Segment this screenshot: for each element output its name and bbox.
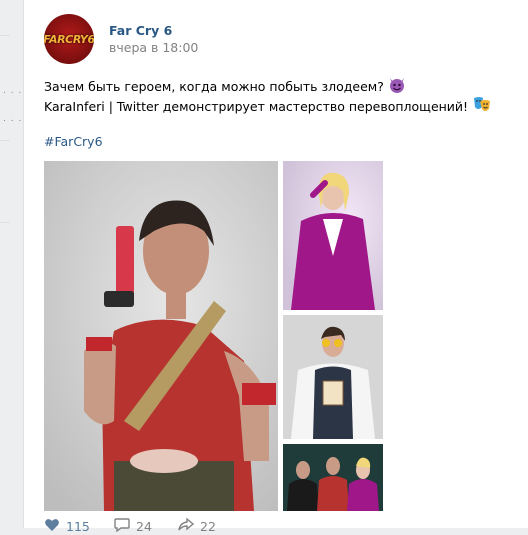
- post-author-link[interactable]: Far Cry 6: [109, 23, 172, 38]
- left-sidebar-strip: . . . . . .: [0, 0, 24, 528]
- sidebar-divider: [0, 222, 10, 223]
- sidebar-dots: . . .: [3, 86, 23, 96]
- heart-icon: [44, 518, 60, 535]
- share-icon: [178, 517, 195, 535]
- photo-main[interactable]: [44, 161, 278, 511]
- post-text-2: KaraInferi | Twitter демонстрирует масте…: [44, 99, 469, 114]
- hashtag-link[interactable]: #FarCry6: [44, 134, 103, 149]
- photo-trio[interactable]: [283, 444, 383, 511]
- post-text-line-1: Зачем быть героем, когда можно побыть зл…: [44, 76, 406, 97]
- comment-button[interactable]: 24: [114, 518, 152, 535]
- comment-count: 24: [136, 519, 152, 534]
- post-text-line-2: KaraInferi | Twitter демонстрирует масте…: [44, 96, 492, 117]
- post-text-1: Зачем быть героем, когда можно побыть зл…: [44, 79, 384, 94]
- community-avatar[interactable]: FARCRY6: [44, 14, 94, 64]
- like-button[interactable]: 115: [44, 518, 90, 535]
- avatar-logo-text: FARCRY6: [44, 32, 94, 46]
- post-card: FARCRY6 Far Cry 6 вчера в 18:00 Зачем бы…: [24, 0, 528, 534]
- photo-purple-suit[interactable]: [283, 161, 383, 310]
- sidebar-divider: [0, 35, 10, 36]
- share-button[interactable]: 22: [178, 517, 216, 535]
- photo-vest-book[interactable]: [283, 315, 383, 439]
- like-count: 115: [66, 519, 90, 534]
- comment-icon: [114, 518, 130, 535]
- post-timestamp[interactable]: вчера в 18:00: [109, 40, 198, 55]
- sidebar-dots: . . .: [3, 114, 23, 124]
- devil-emoji-icon: [388, 76, 406, 97]
- share-count: 22: [200, 519, 216, 534]
- sidebar-divider: [0, 140, 10, 141]
- theater-masks-emoji-icon: [472, 96, 492, 117]
